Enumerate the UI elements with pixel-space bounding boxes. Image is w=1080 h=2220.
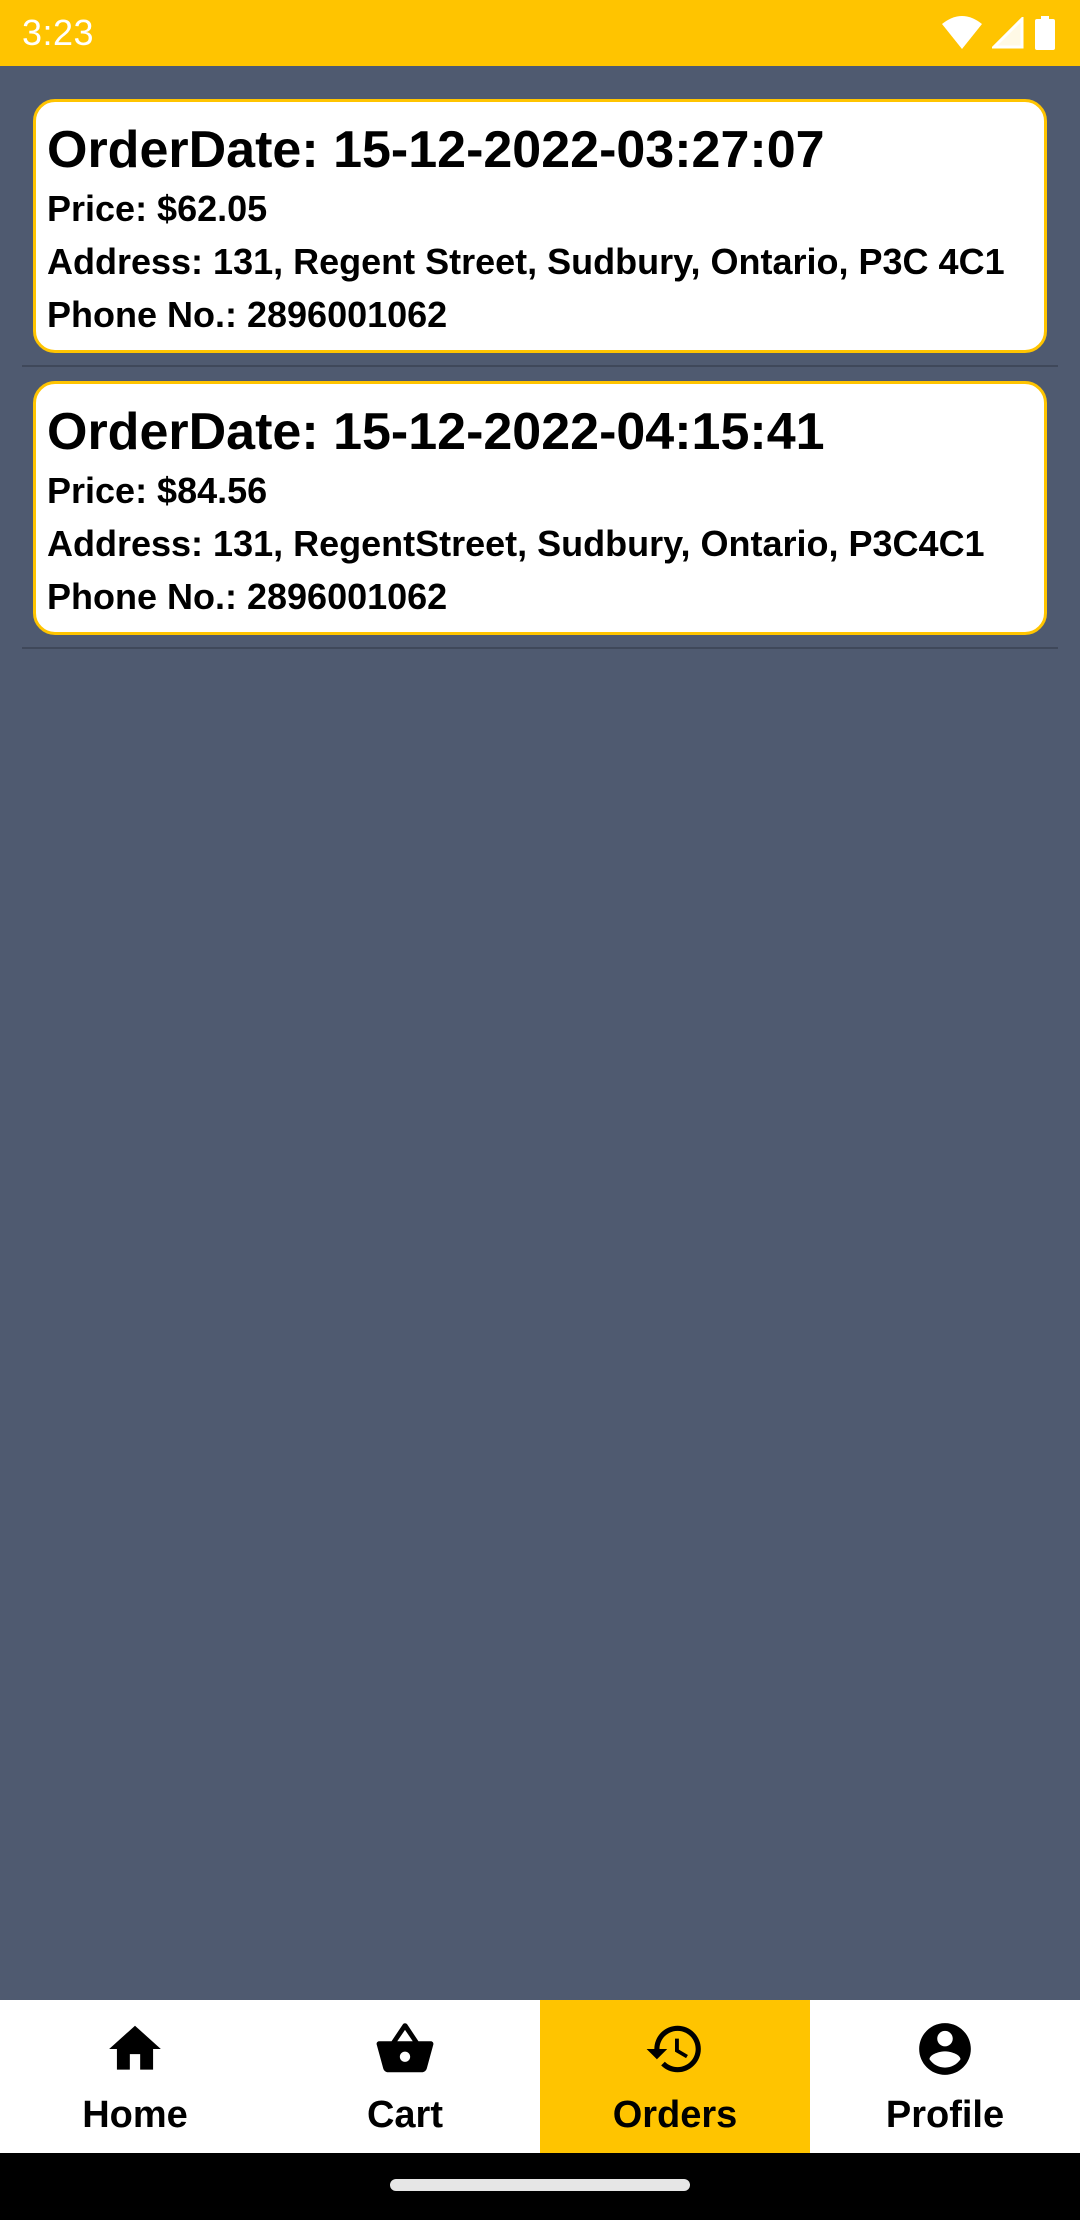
divider <box>22 647 1058 649</box>
order-card[interactable]: OrderDate: 15-12-2022-03:27:07 Price: $6… <box>33 99 1047 353</box>
system-navigation-bar <box>0 2153 1080 2220</box>
battery-icon <box>1034 16 1056 50</box>
home-icon <box>104 2018 166 2080</box>
basket-icon <box>374 2018 436 2080</box>
nav-item-profile[interactable]: Profile <box>810 2000 1080 2153</box>
status-icons <box>942 16 1056 50</box>
home-gesture-handle[interactable] <box>390 2179 690 2191</box>
wifi-icon <box>942 16 982 50</box>
bottom-navigation: Home Cart Orders Profile <box>0 2000 1080 2153</box>
order-address: Address: 131, RegentStreet, Sudbury, Ont… <box>47 523 985 564</box>
order-phone: Phone No.: 2896001062 <box>47 576 448 617</box>
orders-screen: 3:23 OrderDate: 15-12-2022-03:27:07 Pric… <box>0 0 1080 2220</box>
order-date: OrderDate: 15-12-2022-04:15:41 <box>47 403 825 461</box>
nav-item-cart[interactable]: Cart <box>270 2000 540 2153</box>
list-item[interactable]: OrderDate: 15-12-2022-04:15:41 Price: $8… <box>0 367 1080 649</box>
order-card[interactable]: OrderDate: 15-12-2022-04:15:41 Price: $8… <box>33 381 1047 635</box>
order-price: Price: $84.56 <box>47 470 268 511</box>
order-price: Price: $62.05 <box>47 188 268 229</box>
order-phone: Phone No.: 2896001062 <box>47 294 448 335</box>
history-icon <box>644 2018 706 2080</box>
nav-label-cart: Cart <box>366 2094 444 2136</box>
list-item[interactable]: OrderDate: 15-12-2022-03:27:07 Price: $6… <box>0 66 1080 367</box>
account-circle-icon <box>914 2018 976 2080</box>
status-bar: 3:23 <box>0 0 1080 66</box>
cellular-signal-icon <box>992 17 1024 49</box>
nav-item-orders[interactable]: Orders <box>540 2000 810 2153</box>
order-list: OrderDate: 15-12-2022-03:27:07 Price: $6… <box>0 66 1080 649</box>
nav-label-home: Home <box>82 2094 188 2136</box>
order-date: OrderDate: 15-12-2022-03:27:07 <box>47 121 825 179</box>
nav-label-orders: Orders <box>612 2094 738 2136</box>
order-address: Address: 131, Regent Street, Sudbury, On… <box>47 241 1005 282</box>
status-time: 3:23 <box>22 12 95 53</box>
nav-label-profile: Profile <box>885 2094 1005 2136</box>
nav-item-home[interactable]: Home <box>0 2000 270 2153</box>
